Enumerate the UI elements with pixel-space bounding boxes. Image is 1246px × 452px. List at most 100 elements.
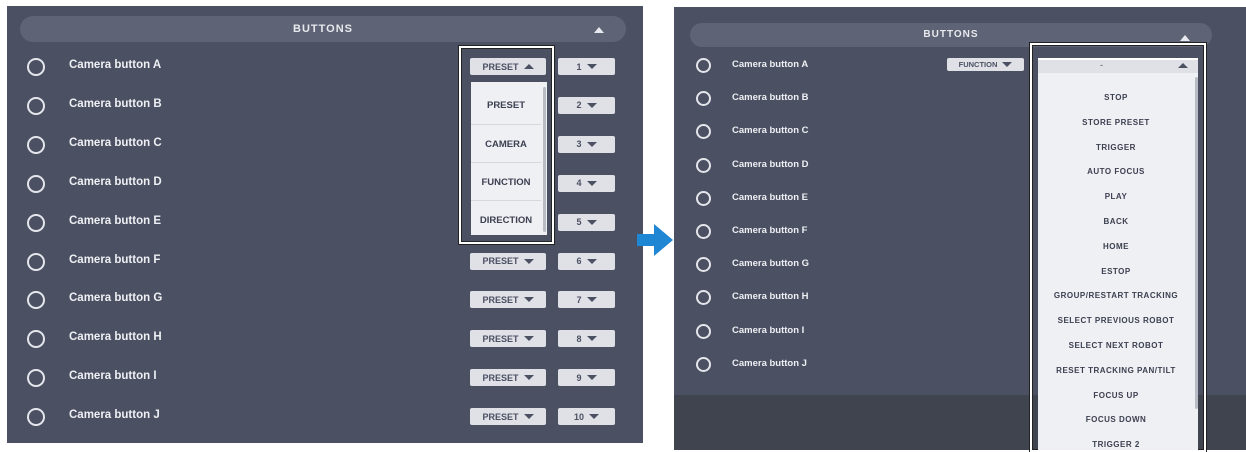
caret-down-icon xyxy=(586,102,597,108)
menu-option[interactable]: RESET TRACKING PAN/TILT xyxy=(1038,366,1194,375)
number-dropdown-value: 6 xyxy=(576,256,582,266)
radio-icon[interactable] xyxy=(696,257,711,273)
menu-scrollbar[interactable] xyxy=(1195,77,1198,409)
caret-down-icon xyxy=(523,414,534,420)
type-dropdown-function[interactable]: FUNCTION xyxy=(947,58,1024,71)
row-label: Camera button B xyxy=(69,97,162,110)
radio-icon[interactable] xyxy=(696,91,711,107)
function-dropdown-value: - xyxy=(1100,60,1103,70)
radio-icon[interactable] xyxy=(27,408,45,427)
row-label: Camera button J xyxy=(69,409,160,422)
type-dropdown[interactable]: PRESET xyxy=(470,369,546,387)
radio-icon[interactable] xyxy=(696,58,711,73)
radio-icon[interactable] xyxy=(27,330,45,349)
caret-up-icon[interactable] xyxy=(1178,63,1188,68)
row-label: Camera button C xyxy=(732,125,809,137)
menu-option[interactable]: SELECT NEXT ROBOT xyxy=(1038,341,1194,350)
menu-option[interactable]: ESTOP xyxy=(1038,267,1194,276)
menu-option[interactable]: FOCUS UP xyxy=(1038,391,1194,400)
section-header-label: BUTTONS xyxy=(293,23,353,35)
row-label: Camera button A xyxy=(732,59,809,70)
caret-down-icon xyxy=(523,336,534,342)
type-dropdown[interactable]: PRESET xyxy=(470,291,546,309)
menu-option[interactable]: AUTO FOCUS xyxy=(1038,167,1194,176)
number-dropdown-value: 3 xyxy=(576,139,582,150)
menu-option[interactable]: TRIGGER xyxy=(1038,143,1194,152)
number-dropdown[interactable]: 2 xyxy=(558,96,615,114)
number-dropdown[interactable]: 1 xyxy=(558,58,615,75)
number-dropdown[interactable]: 7 xyxy=(558,291,615,309)
radio-icon[interactable] xyxy=(696,224,711,239)
number-dropdown-value: 9 xyxy=(576,372,582,383)
number-dropdown[interactable]: 5 xyxy=(558,213,615,231)
section-header-label: BUTTONS xyxy=(923,29,979,40)
menu-option[interactable]: BACK xyxy=(1038,217,1194,226)
menu-option[interactable]: STORE PRESET xyxy=(1038,118,1194,127)
radio-icon[interactable] xyxy=(27,252,45,271)
caret-down-icon xyxy=(586,297,597,303)
chevron-up-icon[interactable] xyxy=(1180,35,1190,41)
row-label: Camera button G xyxy=(732,258,810,270)
section-header-buttons[interactable]: BUTTONS xyxy=(20,16,626,42)
buttons-panel-after: BUTTONS Camera button A Camera button B … xyxy=(674,7,1246,452)
caret-down-icon xyxy=(586,141,597,147)
number-dropdown-value: 1 xyxy=(576,61,582,72)
radio-icon[interactable] xyxy=(27,369,45,388)
caret-down-icon xyxy=(586,375,597,381)
type-dropdown[interactable]: PRESET xyxy=(470,408,546,426)
number-dropdown[interactable]: 6 xyxy=(558,252,615,270)
radio-icon[interactable] xyxy=(696,124,711,140)
number-dropdown[interactable]: 10 xyxy=(558,408,615,426)
row-label: Camera button E xyxy=(732,191,809,203)
menu-option-function[interactable]: FUNCTION xyxy=(471,177,541,188)
number-dropdown[interactable]: 3 xyxy=(558,135,615,153)
menu-option-camera[interactable]: CAMERA xyxy=(471,139,541,150)
row-label: Camera button F xyxy=(732,225,808,236)
chevron-up-icon[interactable] xyxy=(594,27,604,33)
row-label: Camera button E xyxy=(69,214,162,227)
caret-down-icon xyxy=(1002,62,1013,67)
radio-icon[interactable] xyxy=(27,291,45,310)
radio-icon[interactable] xyxy=(696,157,711,173)
menu-option-preset[interactable]: PRESET xyxy=(471,100,541,111)
menu-option[interactable]: GROUP/RESTART TRACKING xyxy=(1038,291,1194,300)
radio-icon[interactable] xyxy=(27,174,45,193)
caret-down-icon xyxy=(523,258,534,264)
caret-down-icon xyxy=(523,375,534,381)
type-dropdown-value: PRESET xyxy=(482,256,519,266)
radio-icon[interactable] xyxy=(696,323,711,339)
buttons-panel-before: BUTTONS Camera button A PRESET 1 Camera … xyxy=(7,6,643,443)
number-dropdown[interactable]: 4 xyxy=(558,174,615,192)
radio-icon[interactable] xyxy=(27,135,45,154)
row-label: Camera button D xyxy=(732,158,809,170)
menu-scrollbar[interactable] xyxy=(543,87,546,232)
caret-down-icon xyxy=(586,64,597,69)
menu-option[interactable]: SELECT PREVIOUS ROBOT xyxy=(1038,316,1194,325)
row-label: Camera button H xyxy=(69,331,162,344)
radio-icon[interactable] xyxy=(696,190,711,206)
arrow-right-icon xyxy=(637,224,673,256)
row-label: Camera button I xyxy=(732,324,805,336)
menu-option[interactable]: STOP xyxy=(1038,93,1194,102)
caret-down-icon xyxy=(586,219,597,225)
caret-down-icon xyxy=(586,336,597,342)
menu-option[interactable]: HOME xyxy=(1038,242,1194,251)
number-dropdown-value: 10 xyxy=(573,411,584,422)
menu-option[interactable]: PLAY xyxy=(1038,192,1194,201)
type-dropdown[interactable]: PRESET xyxy=(470,330,546,348)
menu-option[interactable]: FOCUS DOWN xyxy=(1038,415,1194,424)
radio-icon[interactable] xyxy=(27,213,45,232)
type-dropdown[interactable]: PRESET xyxy=(470,252,546,270)
number-dropdown-value: 5 xyxy=(576,217,582,228)
radio-icon[interactable] xyxy=(696,356,711,372)
row-label: Camera button H xyxy=(732,291,809,303)
radio-icon[interactable] xyxy=(27,96,45,115)
menu-option[interactable]: TRIGGER 2 xyxy=(1038,440,1194,449)
number-dropdown[interactable]: 8 xyxy=(558,330,615,348)
caret-down-icon xyxy=(589,414,599,420)
radio-icon[interactable] xyxy=(27,58,45,76)
function-dropdown[interactable]: - xyxy=(1038,58,1198,73)
radio-icon[interactable] xyxy=(696,290,711,306)
menu-option-direction[interactable]: DIRECTION xyxy=(471,215,541,226)
number-dropdown[interactable]: 9 xyxy=(558,369,615,387)
